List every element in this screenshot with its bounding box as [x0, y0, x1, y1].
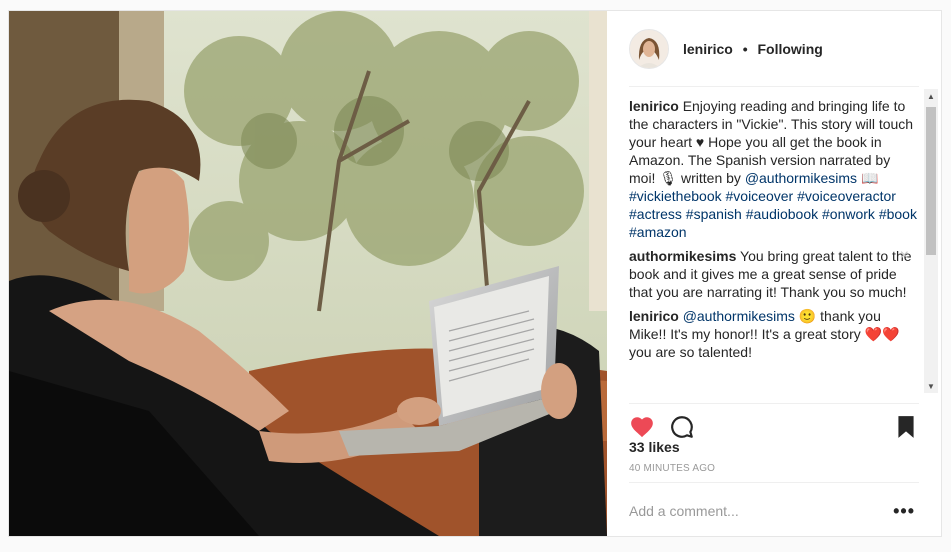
comment-username[interactable]: lenirico [629, 308, 679, 324]
close-icon[interactable]: × [900, 248, 909, 264]
like-button[interactable] [629, 414, 655, 440]
more-options-icon[interactable]: ••• [893, 501, 915, 522]
avatar[interactable] [629, 29, 669, 69]
post-timestamp: 40 MINUTES AGO [629, 463, 716, 474]
header-username[interactable]: lenirico [683, 41, 733, 57]
scroll-up-icon[interactable]: ▲ [924, 89, 938, 103]
comment-username[interactable]: lenirico [629, 98, 679, 114]
reply-comment: lenirico @authormikesims 🙂 thank you Mik… [629, 307, 917, 361]
comment-input[interactable]: Add a comment... [629, 503, 739, 519]
comments-scrollbar[interactable]: ▲ ▼ [924, 89, 938, 393]
post-side-panel: lenirico • Following lenirico Enjoying r… [607, 11, 941, 536]
add-comment-bar: Add a comment... ••• [629, 482, 919, 537]
post-card: lenirico • Following lenirico Enjoying r… [8, 10, 942, 537]
photo-illustration [9, 11, 607, 536]
caption-comment: lenirico Enjoying reading and bringing l… [629, 97, 917, 241]
comment-icon [671, 416, 693, 438]
header-separator: • [742, 41, 748, 57]
likes-count[interactable]: 33 likes [629, 439, 680, 455]
comment-username[interactable]: authormikesims [629, 248, 736, 264]
post-header: lenirico • Following [607, 11, 941, 87]
comment-mention[interactable]: @authormikesims [683, 308, 795, 324]
header-text: lenirico • Following [683, 41, 823, 57]
action-bar [629, 403, 919, 438]
comment-mention[interactable]: @authormikesims 📖 [745, 170, 879, 186]
comment-button[interactable] [669, 414, 695, 440]
scroll-down-icon[interactable]: ▼ [924, 379, 938, 393]
heart-icon [631, 417, 653, 438]
avatar-image [630, 30, 668, 68]
bookmark-icon [898, 416, 914, 438]
comment-hashtags[interactable]: #vickiethebook #voiceover #voiceoveracto… [629, 188, 917, 240]
follow-status[interactable]: Following [757, 41, 822, 57]
save-button[interactable] [893, 414, 919, 440]
scrollbar-thumb[interactable] [926, 107, 936, 255]
reply-comment: authormikesims You bring great talent to… [629, 247, 917, 301]
post-photo[interactable] [9, 11, 607, 536]
comments-list[interactable]: lenirico Enjoying reading and bringing l… [629, 97, 917, 394]
